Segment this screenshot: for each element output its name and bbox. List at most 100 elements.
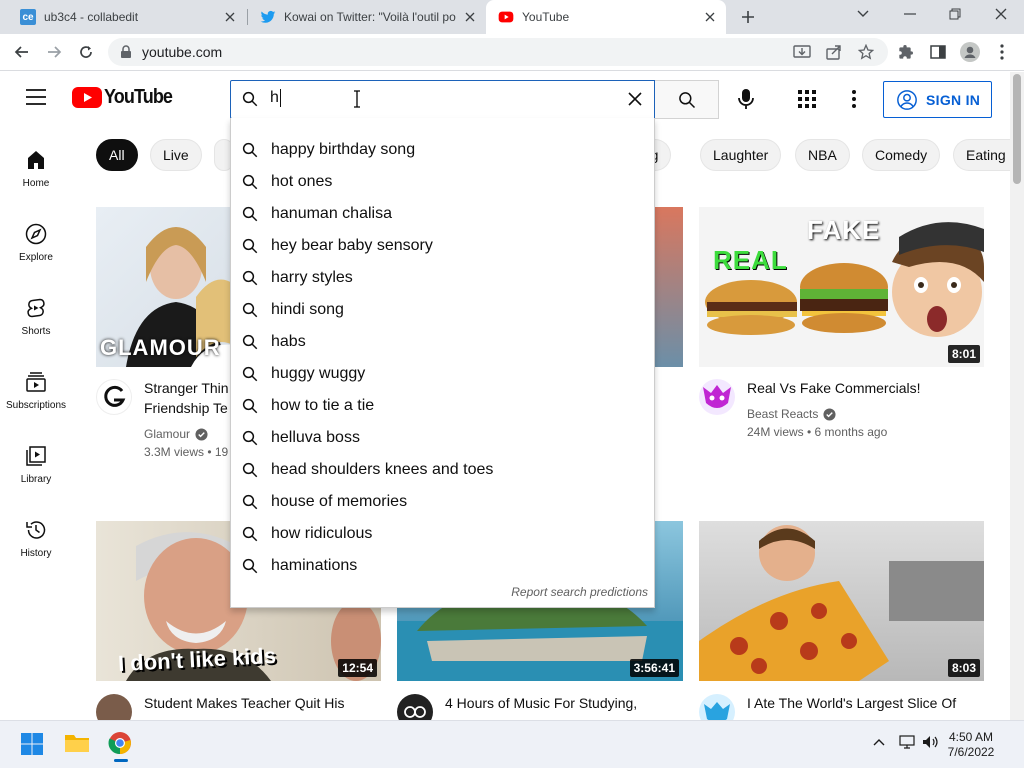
taskbar-clock[interactable]: 4:50 AM 7/6/2022 — [936, 730, 1006, 760]
suggestion-text: house of memories — [271, 493, 408, 510]
suggestion-item[interactable]: harry styles — [231, 262, 654, 294]
tab-collabedit[interactable]: ce ub3c4 - collabedit — [0, 0, 246, 34]
sign-in-button[interactable]: SIGN IN — [883, 81, 992, 118]
close-window-icon[interactable] — [991, 4, 1011, 24]
sidebar-item-subscriptions[interactable]: Subscriptions — [0, 350, 72, 424]
report-search-predictions-link[interactable]: Report search predictions — [511, 585, 648, 599]
suggestion-item[interactable]: haminations — [231, 550, 654, 582]
channel-name[interactable]: Beast Reacts — [747, 405, 836, 423]
browser-menu-icon[interactable] — [992, 42, 1012, 62]
tab-twitter[interactable]: Kowai on Twitter: "Voilà l'outil po — [240, 0, 486, 34]
chip-laughter[interactable]: Laughter — [700, 139, 782, 171]
windows-start-icon[interactable] — [21, 733, 43, 755]
sidebar-item-history[interactable]: History — [0, 498, 72, 572]
video-title[interactable]: Student Makes Teacher Quit His — [144, 693, 345, 713]
suggestion-item[interactable]: helluva boss — [231, 422, 654, 454]
channel-avatar[interactable] — [96, 379, 132, 415]
sidebar-item-explore[interactable]: Explore — [0, 202, 72, 276]
suggestion-item[interactable]: huggy wuggy — [231, 358, 654, 390]
search-suggestions-dropdown: happy birthday song hot ones hanuman cha… — [230, 118, 655, 608]
file-explorer-icon[interactable] — [64, 732, 90, 754]
close-tab-icon[interactable] — [462, 9, 478, 25]
chip-eating[interactable]: Eating — [953, 139, 1018, 171]
suggestion-item[interactable]: how ridiculous — [231, 518, 654, 550]
tab-search-icon[interactable] — [853, 4, 873, 24]
tab-label: Kowai on Twitter: "Voilà l'outil po — [284, 10, 456, 24]
search-input[interactable] — [230, 80, 655, 119]
suggestion-item[interactable]: house of memories — [231, 486, 654, 518]
reload-icon[interactable] — [76, 42, 96, 62]
close-tab-icon[interactable] — [702, 9, 718, 25]
video-title[interactable]: 4 Hours of Music For Studying, — [445, 693, 637, 713]
address-bar[interactable] — [108, 38, 888, 66]
logo-text: YouTube — [104, 86, 173, 108]
suggestion-item[interactable]: hindi song — [231, 294, 654, 326]
minimize-icon[interactable] — [900, 4, 920, 24]
chip-comedy[interactable]: Comedy — [862, 139, 941, 171]
hamburger-menu-icon[interactable] — [26, 89, 46, 105]
back-icon[interactable] — [12, 42, 32, 62]
side-panel-icon[interactable] — [928, 42, 948, 62]
restore-icon[interactable] — [945, 4, 965, 24]
video-title[interactable]: Real Vs Fake Commercials! — [747, 378, 921, 398]
extensions-icon[interactable] — [896, 42, 916, 62]
tab-youtube[interactable]: YouTube — [486, 0, 726, 34]
suggestion-text: hey bear baby sensory — [271, 237, 433, 254]
clock-time: 4:50 AM — [948, 730, 994, 744]
suggestion-item[interactable]: head shoulders knees and toes — [231, 454, 654, 486]
video-stats: 24M views • 6 months ago — [747, 425, 888, 439]
clear-search-icon[interactable] — [627, 91, 643, 107]
youtube-logo-icon — [72, 87, 102, 108]
new-tab-icon[interactable] — [738, 7, 758, 27]
chrome-taskbar-icon[interactable] — [108, 731, 132, 755]
video-title[interactable]: I Ate The World's Largest Slice Of — [747, 693, 956, 713]
video-title[interactable]: Stranger Thin Friendship Te — [144, 378, 234, 418]
suggestion-item[interactable]: hot ones — [231, 166, 654, 198]
suggestion-item[interactable]: happy birthday song — [231, 134, 654, 166]
share-icon[interactable] — [824, 42, 844, 62]
video-thumbnail[interactable]: 8:03 — [699, 521, 984, 681]
suggestion-item[interactable]: how to tie a tie — [231, 390, 654, 422]
apps-grid-icon[interactable] — [798, 90, 816, 108]
search-query-text[interactable]: h — [270, 89, 281, 107]
sidebar-item-home[interactable]: Home — [0, 128, 72, 202]
show-hidden-icons-icon[interactable] — [873, 738, 885, 746]
video-duration: 8:03 — [947, 659, 980, 677]
suggestion-text: helluva boss — [271, 429, 360, 446]
network-icon[interactable] — [899, 735, 915, 749]
install-app-icon[interactable] — [792, 42, 812, 62]
youtube-logo[interactable]: YouTube — [72, 86, 180, 109]
sidebar-item-shorts[interactable]: Shorts — [0, 276, 72, 350]
chip-label: Eating — [966, 147, 1006, 163]
suggestion-item[interactable]: hanuman chalisa — [231, 198, 654, 230]
chip-all[interactable]: All — [96, 139, 138, 171]
lock-icon[interactable] — [116, 42, 136, 62]
search-icon — [242, 494, 258, 510]
channel-avatar[interactable] — [699, 379, 735, 415]
thumbnail-text: GLAMOUR — [100, 335, 221, 360]
suggestion-text: hanuman chalisa — [271, 205, 392, 222]
sidebar-item-library[interactable]: Library — [0, 424, 72, 498]
bookmark-star-icon[interactable] — [856, 42, 876, 62]
thumbnail-text: REAL — [713, 245, 788, 275]
chip-nba[interactable]: NBA — [795, 139, 850, 171]
suggestion-item[interactable]: habs — [231, 326, 654, 358]
video-thumbnail[interactable]: REAL FAKE 8:01 — [699, 207, 984, 367]
scrollbar-thumb[interactable] — [1013, 74, 1021, 184]
suggestion-item[interactable]: hey bear baby sensory — [231, 230, 654, 262]
chip-live[interactable]: Live — [150, 139, 202, 171]
search-icon — [242, 174, 258, 190]
settings-menu-icon[interactable] — [852, 90, 856, 108]
search-button[interactable] — [655, 80, 719, 119]
channel-name[interactable]: Glamour — [144, 425, 208, 443]
voice-search-icon[interactable] — [737, 88, 755, 110]
profile-icon[interactable] — [960, 42, 980, 62]
url-text[interactable]: youtube.com — [142, 44, 222, 60]
chip-label: Comedy — [875, 147, 928, 163]
glamour-logo-icon — [104, 385, 126, 407]
subscriptions-icon — [26, 372, 46, 392]
search-icon — [242, 462, 258, 478]
chip-label: All — [109, 147, 125, 163]
forward-icon[interactable] — [44, 42, 64, 62]
close-tab-icon[interactable] — [222, 9, 238, 25]
